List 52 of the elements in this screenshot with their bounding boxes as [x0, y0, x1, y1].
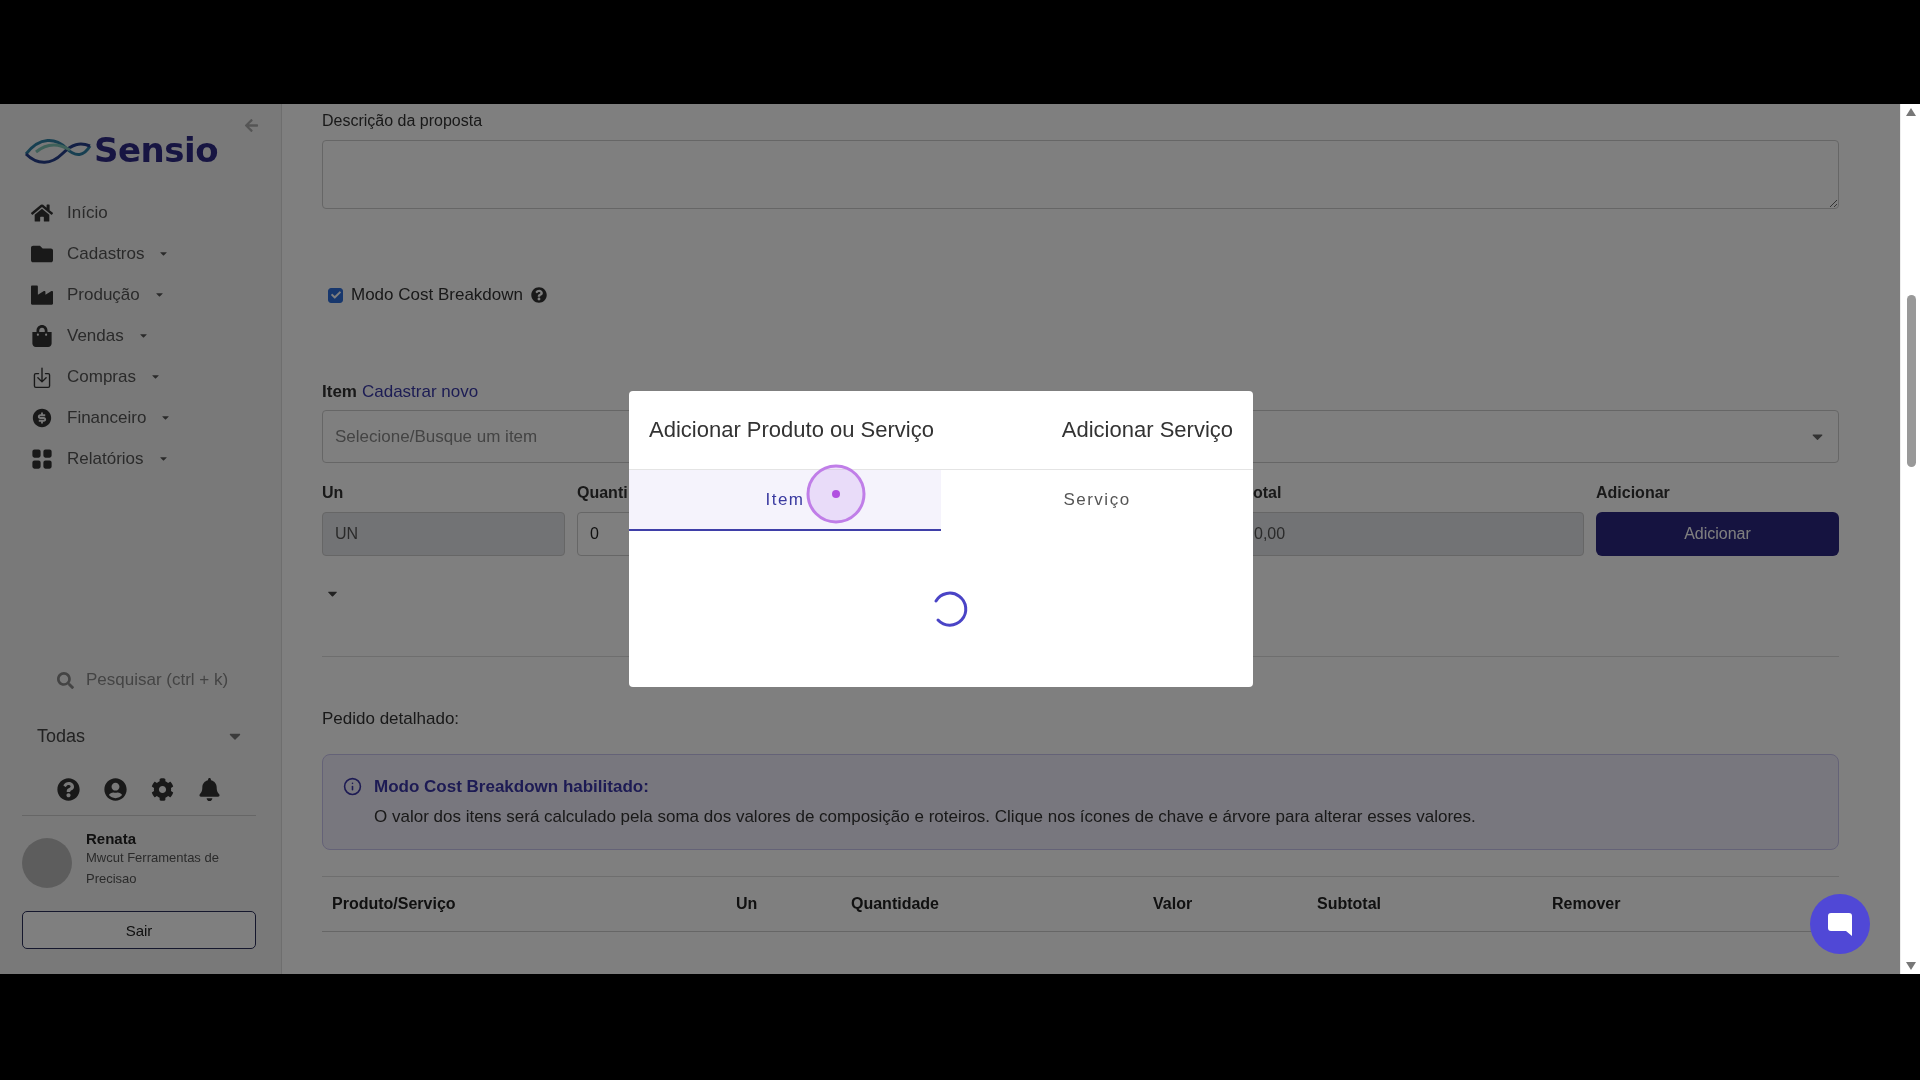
- alert-title: Modo Cost Breakdown habilitado:: [374, 777, 650, 797]
- column-header: Quantidade: [851, 895, 940, 913]
- chat-icon: [1826, 910, 1854, 938]
- checkbox[interactable]: [328, 287, 343, 303]
- scroll-down-icon[interactable]: [1905, 962, 1916, 970]
- grid-icon: [29, 447, 55, 470]
- column-header: Valor: [1153, 895, 1194, 913]
- bag-icon: [29, 324, 55, 347]
- nav-item[interactable]: Vendas: [29, 315, 256, 356]
- search-icon: [57, 671, 74, 689]
- factory-icon: [29, 283, 55, 306]
- column-header: Subtotal: [1317, 895, 1382, 913]
- field-label: Adicionar: [1596, 484, 1670, 502]
- field-label: Un: [322, 484, 344, 502]
- field-label: Descrição da proposta: [322, 112, 484, 130]
- nav-item[interactable]: Início: [29, 192, 256, 233]
- help-icon[interactable]: [57, 778, 80, 801]
- nav-item[interactable]: Relatórios: [29, 438, 256, 479]
- chat-button[interactable]: [1810, 894, 1870, 954]
- alert-text: O valor dos itens será calculado pela soma dos valores de composição e roteiros. Clique nos ícones de chave e árvore para alterar esses valores.: [374, 807, 1477, 827]
- register-link[interactable]: Cadastrar novo: [361, 382, 479, 402]
- description-field[interactable]: [322, 140, 1839, 209]
- nav-item[interactable]: Cadastros: [29, 233, 256, 274]
- field-label: Quanti: [577, 484, 628, 502]
- company-name: Mwcut Ferramentas de Precisao: [86, 849, 220, 888]
- section-title: Pedido detalhado:: [322, 709, 461, 729]
- tab[interactable]: Item: [629, 470, 941, 531]
- modal-title: Adicionar Produto ou Serviço: [649, 417, 934, 443]
- column-header: Produto/Serviço: [332, 895, 457, 913]
- nav-item[interactable]: Compras: [29, 356, 256, 397]
- field-label: Item: [322, 382, 357, 402]
- field-label: otal: [1252, 484, 1282, 502]
- user-name: Renata: [86, 830, 138, 847]
- add-button[interactable]: Adicionar: [1596, 512, 1839, 556]
- column-header: Remover: [1552, 895, 1622, 913]
- logout-button[interactable]: Sair: [22, 911, 256, 949]
- scroll-up-icon[interactable]: [1905, 108, 1916, 116]
- scrollbar-thumb[interactable]: [1907, 295, 1916, 467]
- click-marker-icon: [805, 463, 867, 525]
- help-icon[interactable]: [531, 287, 547, 303]
- logo-text: Sensio: [94, 130, 218, 170]
- modal-subtitle: Adicionar Serviço: [1061, 417, 1233, 443]
- checkbox-label: Modo Cost Breakdown: [351, 285, 523, 305]
- column-header: Un: [736, 895, 759, 913]
- user-icon[interactable]: [104, 778, 127, 801]
- nav-item[interactable]: Financeiro: [29, 397, 256, 438]
- settings-icon[interactable]: [151, 778, 174, 801]
- company-select[interactable]: Todas: [22, 716, 256, 756]
- bell-icon[interactable]: [198, 778, 221, 801]
- home-icon: [29, 201, 55, 224]
- nav-item[interactable]: Produção: [29, 274, 256, 315]
- avatar: [22, 838, 72, 888]
